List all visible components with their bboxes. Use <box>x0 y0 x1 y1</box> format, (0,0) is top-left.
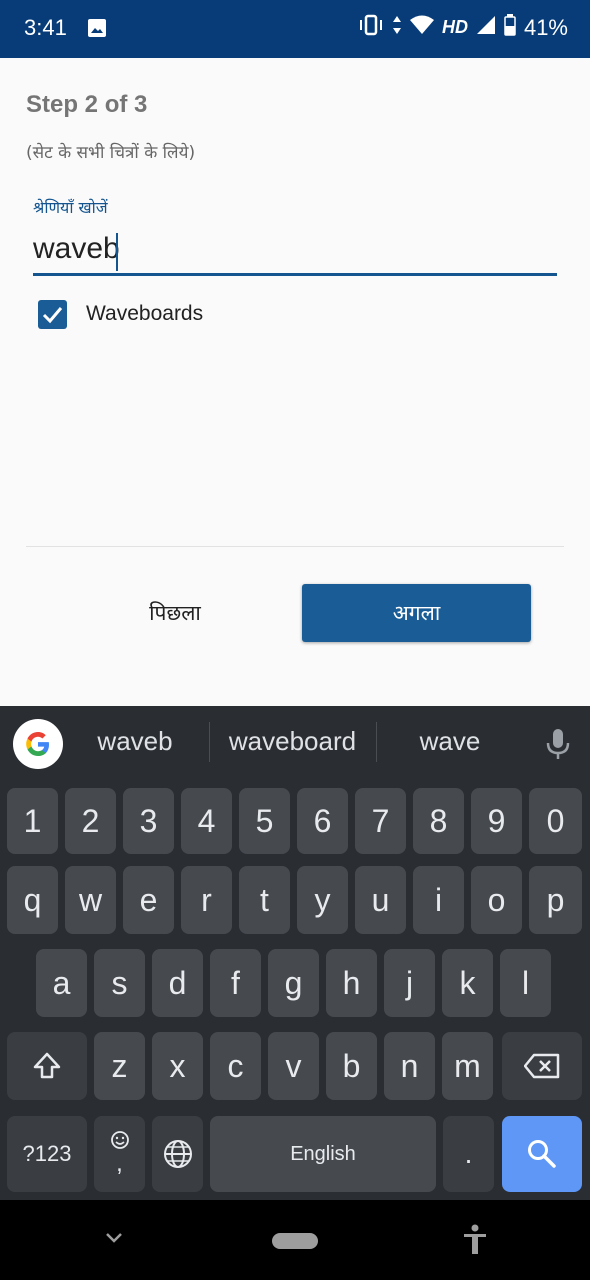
system-navigation-bar <box>0 1200 590 1280</box>
key-a[interactable]: a <box>36 949 87 1017</box>
data-transfer-icon <box>392 15 402 40</box>
emoji-icon <box>110 1131 129 1149</box>
symbols-key[interactable]: ?123 <box>7 1116 87 1192</box>
key-k[interactable]: k <box>442 949 493 1017</box>
waveboards-checkbox[interactable] <box>38 300 67 329</box>
battery-icon <box>504 14 516 41</box>
key-w[interactable]: w <box>65 866 116 934</box>
soft-keyboard: waveb waveboard wave 1 2 3 4 5 6 7 8 9 0… <box>0 706 590 1200</box>
key-e[interactable]: e <box>123 866 174 934</box>
step-title: Step 2 of 3 <box>26 91 148 118</box>
key-5[interactable]: 5 <box>239 788 290 854</box>
key-1[interactable]: 1 <box>7 788 58 854</box>
image-notification-icon <box>87 18 107 42</box>
status-time: 3:41 <box>24 15 67 40</box>
backspace-icon <box>524 1053 560 1079</box>
key-8[interactable]: 8 <box>413 788 464 854</box>
key-y[interactable]: y <box>297 866 348 934</box>
language-key[interactable] <box>152 1116 203 1192</box>
wizard-dialog: Step 2 of 3 (सेट के सभी चित्रों के लिये)… <box>0 58 590 706</box>
key-3[interactable]: 3 <box>123 788 174 854</box>
key-m[interactable]: m <box>442 1032 493 1100</box>
key-z[interactable]: z <box>94 1032 145 1100</box>
key-v[interactable]: v <box>268 1032 319 1100</box>
suggestion-strip: waveb waveboard wave <box>0 706 590 780</box>
emoji-comma-key[interactable]: , <box>94 1116 145 1192</box>
suggestion-2[interactable]: waveboard <box>215 726 370 757</box>
key-2[interactable]: 2 <box>65 788 116 854</box>
key-p[interactable]: p <box>529 866 582 934</box>
network-type: HD <box>441 17 468 37</box>
key-r[interactable]: r <box>181 866 232 934</box>
next-button[interactable]: अगला <box>302 584 531 642</box>
key-i[interactable]: i <box>413 866 464 934</box>
key-9[interactable]: 9 <box>471 788 522 854</box>
step-subtitle: (सेट के सभी चित्रों के लिये) <box>26 143 196 163</box>
suggestion-3[interactable]: wave <box>395 726 505 757</box>
key-u[interactable]: u <box>355 866 406 934</box>
collapse-keyboard-icon[interactable] <box>104 1230 124 1249</box>
battery-level: 41% <box>523 14 568 40</box>
suggestion-1[interactable]: waveb <box>80 726 190 757</box>
key-o[interactable]: o <box>471 866 522 934</box>
backspace-key[interactable] <box>502 1032 582 1100</box>
microphone-icon[interactable] <box>545 728 571 764</box>
search-icon <box>528 1140 556 1168</box>
search-field-label: श्रेणियाँ खोजें <box>33 198 108 217</box>
key-f[interactable]: f <box>210 949 261 1017</box>
text-cursor <box>116 233 118 271</box>
comma-label: , <box>116 1150 123 1177</box>
search-key[interactable] <box>502 1116 582 1192</box>
key-b[interactable]: b <box>326 1032 377 1100</box>
divider <box>26 546 564 547</box>
google-logo-icon[interactable] <box>13 719 63 769</box>
key-4[interactable]: 4 <box>181 788 232 854</box>
globe-icon <box>163 1140 192 1168</box>
space-key[interactable]: English <box>210 1116 436 1192</box>
key-x[interactable]: x <box>152 1032 203 1100</box>
waveboards-label[interactable]: Waveboards <box>86 302 203 326</box>
key-h[interactable]: h <box>326 949 377 1017</box>
key-l[interactable]: l <box>500 949 551 1017</box>
key-j[interactable]: j <box>384 949 435 1017</box>
key-n[interactable]: n <box>384 1032 435 1100</box>
key-s[interactable]: s <box>94 949 145 1017</box>
suggestion-separator <box>376 722 377 762</box>
suggestion-separator <box>209 722 210 762</box>
key-0[interactable]: 0 <box>529 788 582 854</box>
category-search-input[interactable] <box>33 228 557 276</box>
key-d[interactable]: d <box>152 949 203 1017</box>
vibrate-icon <box>358 14 384 41</box>
status-bar: 3:41 HD 41% <box>0 0 590 58</box>
key-7[interactable]: 7 <box>355 788 406 854</box>
period-key[interactable]: . <box>443 1116 494 1192</box>
wifi-icon <box>409 15 434 40</box>
key-g[interactable]: g <box>268 949 319 1017</box>
shift-key[interactable] <box>7 1032 87 1100</box>
key-6[interactable]: 6 <box>297 788 348 854</box>
key-c[interactable]: c <box>210 1032 261 1100</box>
key-t[interactable]: t <box>239 866 290 934</box>
shift-icon <box>33 1052 61 1079</box>
home-button[interactable] <box>272 1233 318 1249</box>
accessibility-icon[interactable] <box>462 1224 488 1260</box>
signal-icon <box>476 15 496 40</box>
back-button[interactable]: पिछला <box>110 584 240 642</box>
status-icons: HD 41% <box>358 14 568 41</box>
key-q[interactable]: q <box>7 866 58 934</box>
